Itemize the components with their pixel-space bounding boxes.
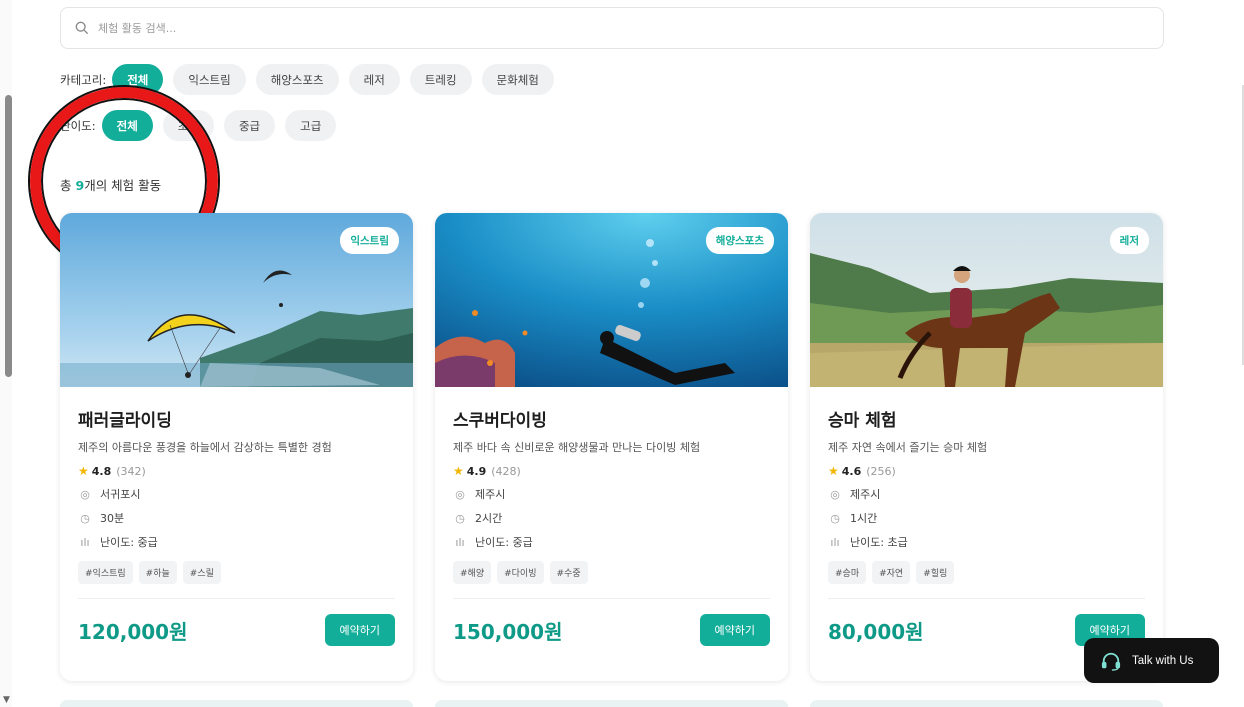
duration-text: 30분 — [100, 512, 125, 525]
book-button[interactable]: 예약하기 — [699, 614, 770, 646]
tag: #익스트림 — [78, 561, 133, 584]
review-count: (428) — [491, 464, 521, 478]
card-price: 80,000원 — [828, 619, 924, 644]
card-description: 제주의 아름다운 풍경을 하늘에서 감상하는 특별한 경험 — [78, 441, 332, 454]
search-input[interactable] — [98, 21, 698, 35]
category-label: 카테고리: — [60, 72, 107, 87]
card-rating: ★ 4.6 (256) — [828, 464, 1145, 478]
category-chip-leisure[interactable]: 레저 — [348, 64, 400, 95]
review-count: (256) — [866, 464, 896, 478]
card-title[interactable]: 승마 체험 — [828, 406, 1145, 431]
activity-card[interactable]: 익스트림 패러글라이딩 제주의 아름다운 풍경을 하늘에서 감상하는 특별한 경… — [60, 213, 413, 681]
difficulty-chip-intermediate[interactable]: 중급 — [223, 110, 276, 141]
chart-icon: ılı — [80, 535, 90, 549]
card-divider — [828, 598, 1145, 599]
card-rating: ★ 4.8 (342) — [78, 464, 395, 478]
review-count: (342) — [116, 464, 146, 478]
category-chip-marine[interactable]: 해양스포츠 — [255, 64, 339, 95]
difficulty-text: 난이도: 중급 — [100, 536, 158, 549]
headset-icon — [1101, 652, 1121, 671]
card-description: 제주 바다 속 신비로운 해양생물과 만나는 다이빙 체험 — [453, 441, 701, 454]
scrollbar-thumb[interactable] — [5, 95, 12, 377]
card-tags: #승마 #자연 #힐링 — [828, 561, 1145, 584]
card-duration: ◷ 30분 — [78, 510, 395, 526]
card-location: ◎ 제주시 — [453, 486, 770, 502]
card-tags: #익스트림 #하늘 #스릴 — [78, 561, 395, 584]
duration-text: 2시간 — [475, 512, 503, 525]
card-duration: ◷ 2시간 — [453, 510, 770, 526]
category-chip-trekking[interactable]: 트레킹 — [409, 64, 472, 95]
location-icon: ◎ — [830, 487, 840, 501]
tag: #승마 — [828, 561, 867, 584]
card-title[interactable]: 스쿠버다이빙 — [453, 406, 770, 431]
location-text: 제주시 — [850, 488, 881, 501]
tag: #힐링 — [916, 561, 955, 584]
category-badge: 익스트림 — [340, 227, 399, 254]
tag: #스릴 — [182, 561, 221, 584]
search-icon — [75, 21, 89, 35]
location-text: 제주시 — [475, 488, 506, 501]
card-rating: ★ 4.9 (428) — [453, 464, 770, 478]
activity-card[interactable]: 해양스포츠 스쿠버다이빙 제주 바다 속 신비로운 해양생물과 만나는 다이빙 … — [435, 213, 788, 681]
tag: #해양 — [453, 561, 492, 584]
location-icon: ◎ — [80, 487, 90, 501]
category-badge: 레저 — [1109, 227, 1149, 254]
difficulty-text: 난이도: 중급 — [475, 536, 533, 549]
card-difficulty: ılı 난이도: 초급 — [828, 534, 1145, 550]
card-title[interactable]: 패러글라이딩 — [78, 406, 395, 431]
clock-icon: ◷ — [455, 511, 465, 525]
card-difficulty: ılı 난이도: 중급 — [78, 534, 395, 550]
card-image-scuba: 해양스포츠 — [435, 213, 788, 387]
book-button[interactable]: 예약하기 — [324, 614, 395, 646]
star-icon: ★ — [78, 464, 89, 478]
card-image-horse-riding: 레저 — [810, 213, 1163, 387]
clock-icon: ◷ — [80, 511, 90, 525]
activity-card[interactable]: 레저 승마 체험 제주 자연 속에서 즐기는 승마 체험 ★ 4.6 (256)… — [810, 213, 1163, 681]
tag: #다이빙 — [497, 561, 544, 584]
card-location: ◎ 서귀포시 — [78, 486, 395, 502]
card-price: 120,000원 — [78, 619, 188, 644]
card-location: ◎ 제주시 — [828, 486, 1145, 502]
tag: #하늘 — [138, 561, 177, 584]
difficulty-chip-advanced[interactable]: 고급 — [285, 110, 337, 141]
star-icon: ★ — [453, 464, 464, 478]
search-bar[interactable] — [60, 7, 1164, 49]
rating-value: 4.8 — [91, 464, 112, 478]
scroll-down-arrow-icon[interactable]: ▼ — [3, 695, 10, 705]
clock-icon: ◷ — [830, 511, 840, 525]
card-divider — [78, 598, 395, 599]
chart-icon: ılı — [455, 535, 465, 549]
tag: #자연 — [872, 561, 911, 584]
card-price: 150,000원 — [453, 619, 563, 644]
difficulty-text: 난이도: 초급 — [850, 536, 908, 549]
location-text: 서귀포시 — [100, 488, 141, 501]
talk-with-us-button[interactable]: Talk with Us — [1084, 638, 1219, 683]
card-tags: #해양 #다이빙 #수중 — [453, 561, 770, 584]
duration-text: 1시간 — [850, 512, 878, 525]
card-divider — [453, 598, 770, 599]
card-image-paragliding: 익스트림 — [60, 213, 413, 387]
category-chip-extreme[interactable]: 익스트림 — [173, 64, 246, 95]
next-card-peek — [435, 700, 788, 707]
talk-label: Talk with Us — [1132, 654, 1194, 667]
rating-value: 4.6 — [841, 464, 862, 478]
next-card-peek — [60, 700, 413, 707]
page-scrollbar[interactable]: ▼ — [0, 0, 12, 707]
location-icon: ◎ — [455, 487, 465, 501]
chart-icon: ılı — [830, 535, 840, 549]
rating-value: 4.9 — [466, 464, 487, 478]
star-icon: ★ — [828, 464, 839, 478]
tag: #수중 — [549, 561, 588, 584]
category-badge: 해양스포츠 — [705, 227, 774, 254]
category-chip-culture[interactable]: 문화체험 — [481, 64, 554, 95]
card-description: 제주 자연 속에서 즐기는 승마 체험 — [828, 441, 988, 454]
card-duration: ◷ 1시간 — [828, 510, 1145, 526]
card-difficulty: ılı 난이도: 중급 — [453, 534, 770, 550]
next-card-peek — [810, 700, 1163, 707]
